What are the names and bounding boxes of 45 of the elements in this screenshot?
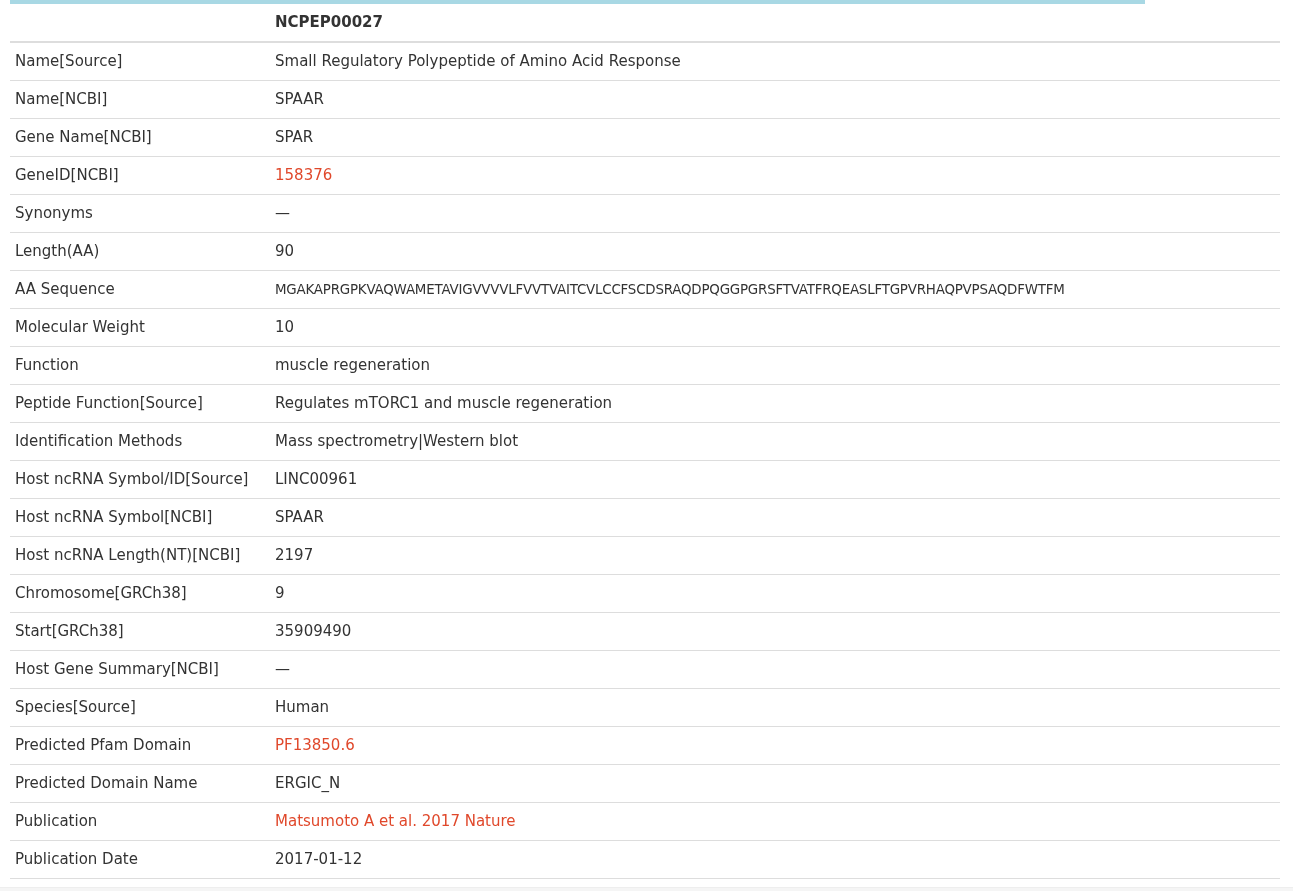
field-label: Host ncRNA Symbol[NCBI] bbox=[10, 498, 270, 536]
field-value: — bbox=[275, 203, 290, 222]
field-value: SPAAR bbox=[275, 507, 324, 526]
field-value: — bbox=[275, 659, 290, 678]
field-value: SPAAR bbox=[275, 89, 324, 108]
field-label: Peptide Function[Source] bbox=[10, 384, 270, 422]
field-value: 90 bbox=[275, 241, 295, 260]
field-label: Host ncRNA Length(NT)[NCBI] bbox=[10, 536, 270, 574]
field-label: Publication Date bbox=[10, 840, 270, 878]
field-value: SPAR bbox=[275, 127, 314, 146]
field-value: Regulates mTORC1 and muscle regeneration bbox=[275, 393, 613, 412]
field-label: Name[Source] bbox=[10, 42, 270, 80]
field-value: 35909490 bbox=[275, 621, 352, 640]
field-label: Name[NCBI] bbox=[10, 80, 270, 118]
field-label: Length(AA) bbox=[10, 232, 270, 270]
field-label: Host Gene Summary[NCBI] bbox=[10, 650, 270, 688]
field-label: Function bbox=[10, 346, 270, 384]
field-value: 10 bbox=[275, 317, 295, 336]
field-value: 2197 bbox=[275, 545, 314, 564]
sequence-value: MGAKAPRGPKVAQWAMETAVIGVVVVLFVVTVAITCVLCCFSCDSRAQDPQGGPGRSFTVATFRQEASLFTGPVRHAQPVPSAQDFWTFM bbox=[275, 281, 1065, 297]
field-label: Species[Source] bbox=[10, 688, 270, 726]
field-value: Human bbox=[275, 697, 330, 716]
field-link[interactable]: Matsumoto A et al. 2017 Nature bbox=[275, 811, 516, 830]
peptide-id-heading: NCPEP00027 bbox=[275, 13, 383, 32]
field-label: Host ncRNA Symbol/ID[Source] bbox=[10, 460, 270, 498]
field-label: GeneID[NCBI] bbox=[10, 156, 270, 194]
field-label: Gene Name[NCBI] bbox=[10, 118, 270, 156]
field-value: 2017-01-12 bbox=[275, 849, 363, 868]
field-value: Mass spectrometry|Western blot bbox=[275, 431, 519, 450]
field-label: Predicted Domain Name bbox=[10, 764, 270, 802]
field-value: 9 bbox=[275, 583, 285, 602]
field-label: Identification Methods bbox=[10, 422, 270, 460]
field-label: AA Sequence bbox=[10, 270, 270, 308]
field-label: Start[GRCh38] bbox=[10, 612, 270, 650]
field-link[interactable]: 158376 bbox=[275, 165, 333, 184]
field-label: Chromosome[GRCh38] bbox=[10, 574, 270, 612]
field-label: Publication bbox=[10, 802, 270, 840]
field-link[interactable]: PF13850.6 bbox=[275, 735, 355, 754]
field-value: LINC00961 bbox=[275, 469, 358, 488]
field-label: Synonyms bbox=[10, 194, 270, 232]
field-label: Predicted Pfam Domain bbox=[10, 726, 270, 764]
field-value: muscle regeneration bbox=[275, 355, 430, 374]
field-value: Small Regulatory Polypeptide of Amino Acid Response bbox=[275, 52, 681, 70]
field-value: ERGIC_N bbox=[275, 773, 341, 792]
field-label: Molecular Weight bbox=[10, 308, 270, 346]
